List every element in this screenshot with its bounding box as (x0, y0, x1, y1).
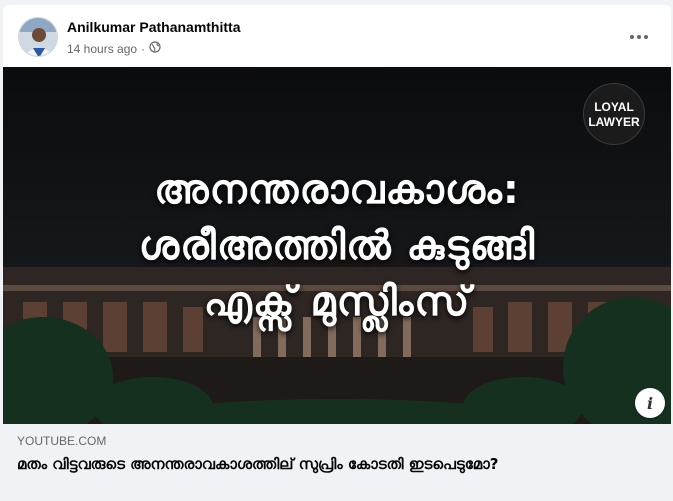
headline-line3: എക്സ് മുസ്ലിംസ് (203, 279, 471, 325)
link-domain: YOUTUBE.COM (17, 434, 107, 448)
post-card: Anilkumar Pathanamthitta 14 hours ago · (3, 5, 671, 499)
logo-line2: LAWYER (588, 115, 640, 129)
avatar[interactable] (18, 17, 58, 57)
post-meta: 14 hours ago · (67, 41, 161, 56)
headline-line2: ശരീഅത്തിൽ കുടുങ്ങി (138, 223, 536, 269)
post-timestamp[interactable]: 14 hours ago (67, 42, 137, 56)
post-header: Anilkumar Pathanamthitta 14 hours ago · (3, 5, 671, 67)
avatar-image (19, 18, 57, 56)
link-preview[interactable]: YOUTUBE.COM മതം വിട്ടവരുടെ അനന്തരാവകാശത്… (3, 424, 671, 499)
meta-separator: · (141, 41, 146, 56)
loyal-lawyer-logo: LOYAL LAWYER (583, 83, 645, 145)
link-title[interactable]: മതം വിട്ടവരുടെ അനന്തരാവകാശത്തില് സുപ്രിം… (17, 454, 577, 475)
video-thumbnail[interactable]: LOYAL LAWYER അനന്തരാവകാശം: ശരീഅത്തിൽ കുട… (3, 67, 671, 424)
more-options-icon[interactable] (621, 25, 657, 49)
author-name[interactable]: Anilkumar Pathanamthitta (67, 19, 240, 35)
globe-icon (149, 41, 161, 56)
info-icon[interactable]: i (635, 388, 665, 418)
logo-line1: LOYAL (594, 100, 634, 114)
headline-line1: അനന്തരാവകാശം: (154, 167, 520, 213)
